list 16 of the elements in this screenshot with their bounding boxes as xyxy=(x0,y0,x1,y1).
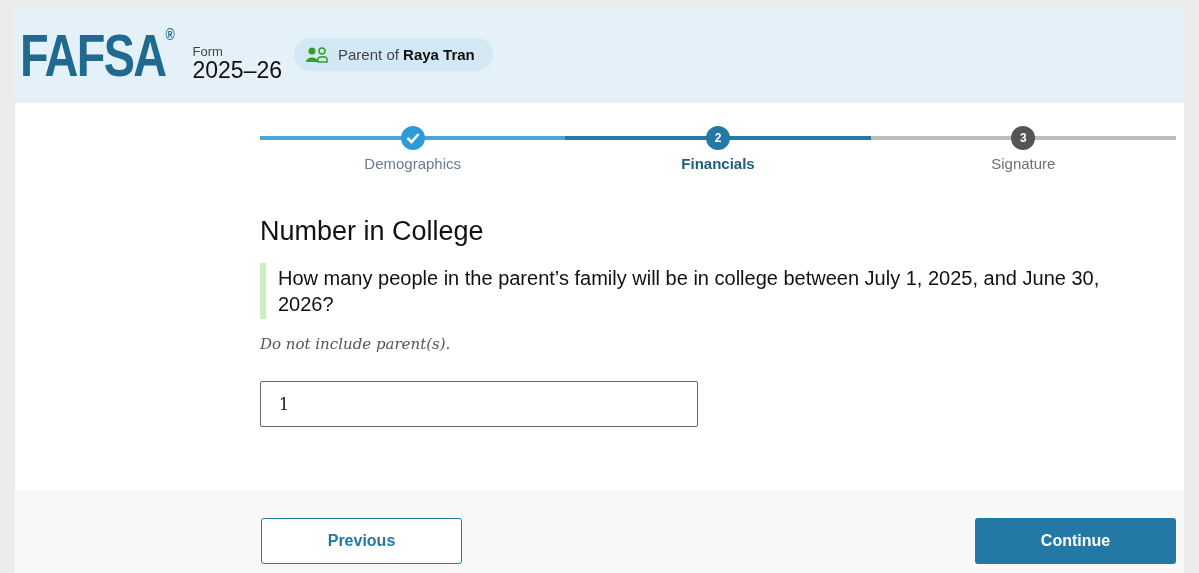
input-field[interactable]: 1 xyxy=(260,381,698,427)
form-label: Form xyxy=(192,43,224,59)
continue-button[interactable]: Continue xyxy=(975,518,1176,564)
section-title: Number in College xyxy=(260,216,485,247)
step-label: Financials xyxy=(681,155,755,172)
previous-button[interactable]: Previous xyxy=(261,518,462,564)
role-text: Parent of Raya Tran xyxy=(338,46,475,63)
step-number: 2 xyxy=(706,126,730,150)
step-number: 3 xyxy=(1011,126,1036,150)
question-text: How many people in the parent’s family will be in college between July 1, 2025, and June 30, 2026? xyxy=(260,263,1140,319)
step-label: Signature xyxy=(991,155,1056,172)
people-icon xyxy=(306,46,330,63)
form-year: 2025–26 xyxy=(192,58,282,82)
step-label: Demographics xyxy=(364,155,461,172)
hint-text: Do not include parent(s). xyxy=(260,335,452,353)
fafsa-logo: FAFSA$^{®}$ xyxy=(20,21,174,90)
